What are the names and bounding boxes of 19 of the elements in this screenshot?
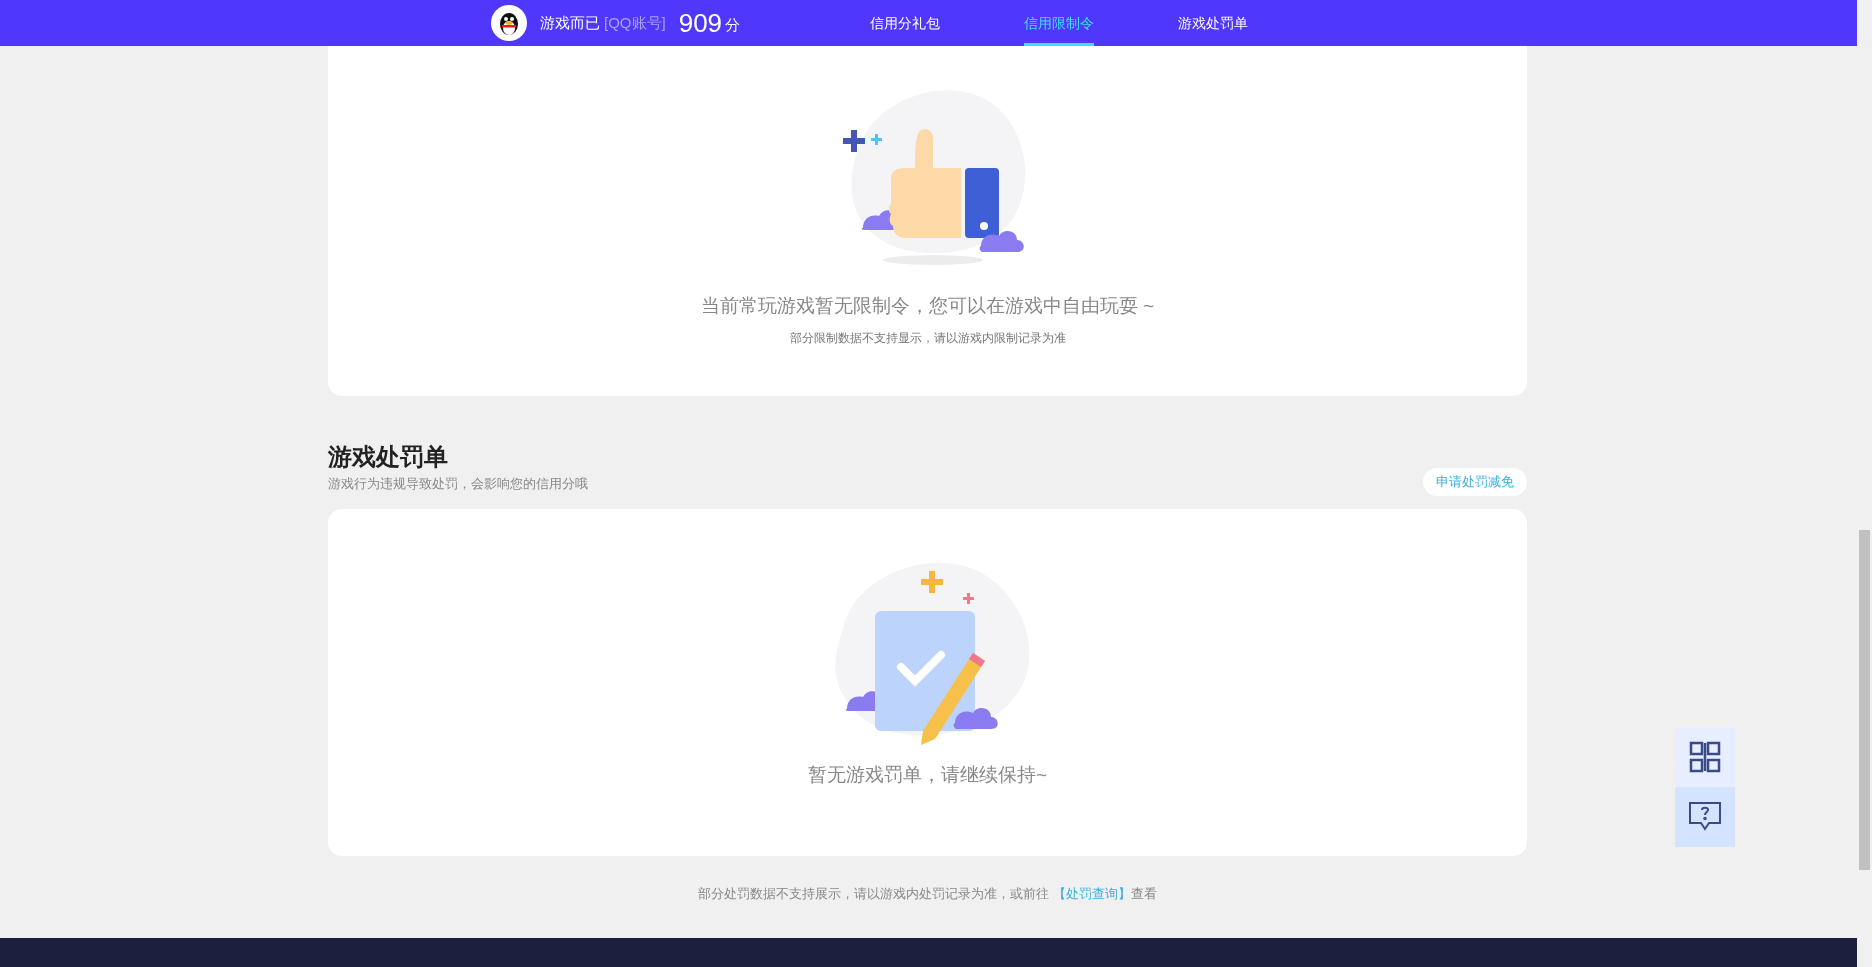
penalty-data-note: 部分处罚数据不支持展示，请以游戏内处罚记录为准，或前往 【处罚查询】查看 — [697, 884, 1158, 903]
nav-tab[interactable]: 游戏处罚单 — [1178, 0, 1248, 46]
username: 游戏而已 — [540, 12, 600, 33]
restriction-data-note: 部分限制数据不支持显示，请以游戏内限制记录为准 — [789, 329, 1066, 347]
scrollbar-thumb[interactable] — [1859, 530, 1870, 870]
credit-score: 909 — [678, 10, 723, 36]
appeal-button[interactable]: 申请处罚减免 — [1423, 467, 1527, 496]
section-subtitle: 游戏行为违规导致处罚，会影响您的信用分哦 — [328, 475, 588, 493]
account-type: [QQ账号] — [604, 12, 666, 33]
penguin-avatar-icon — [491, 5, 527, 41]
qr-code-button[interactable] — [1675, 727, 1735, 787]
no-penalty-message: 暂无游戏罚单，请继续保持~ — [807, 762, 1048, 787]
no-restriction-message: 当前常玩游戏暂无限制令，您可以在游戏中自由玩耍 ~ — [700, 294, 1155, 318]
question-bubble-icon — [1689, 802, 1721, 832]
section-title: 游戏处罚单 — [328, 442, 449, 472]
nav-tab[interactable]: 信用分礼包 — [870, 0, 940, 46]
score-unit: 分 — [725, 14, 741, 35]
penalty-lookup-link[interactable]: 【处罚查询】 — [1052, 885, 1131, 901]
help-button[interactable] — [1675, 787, 1735, 847]
